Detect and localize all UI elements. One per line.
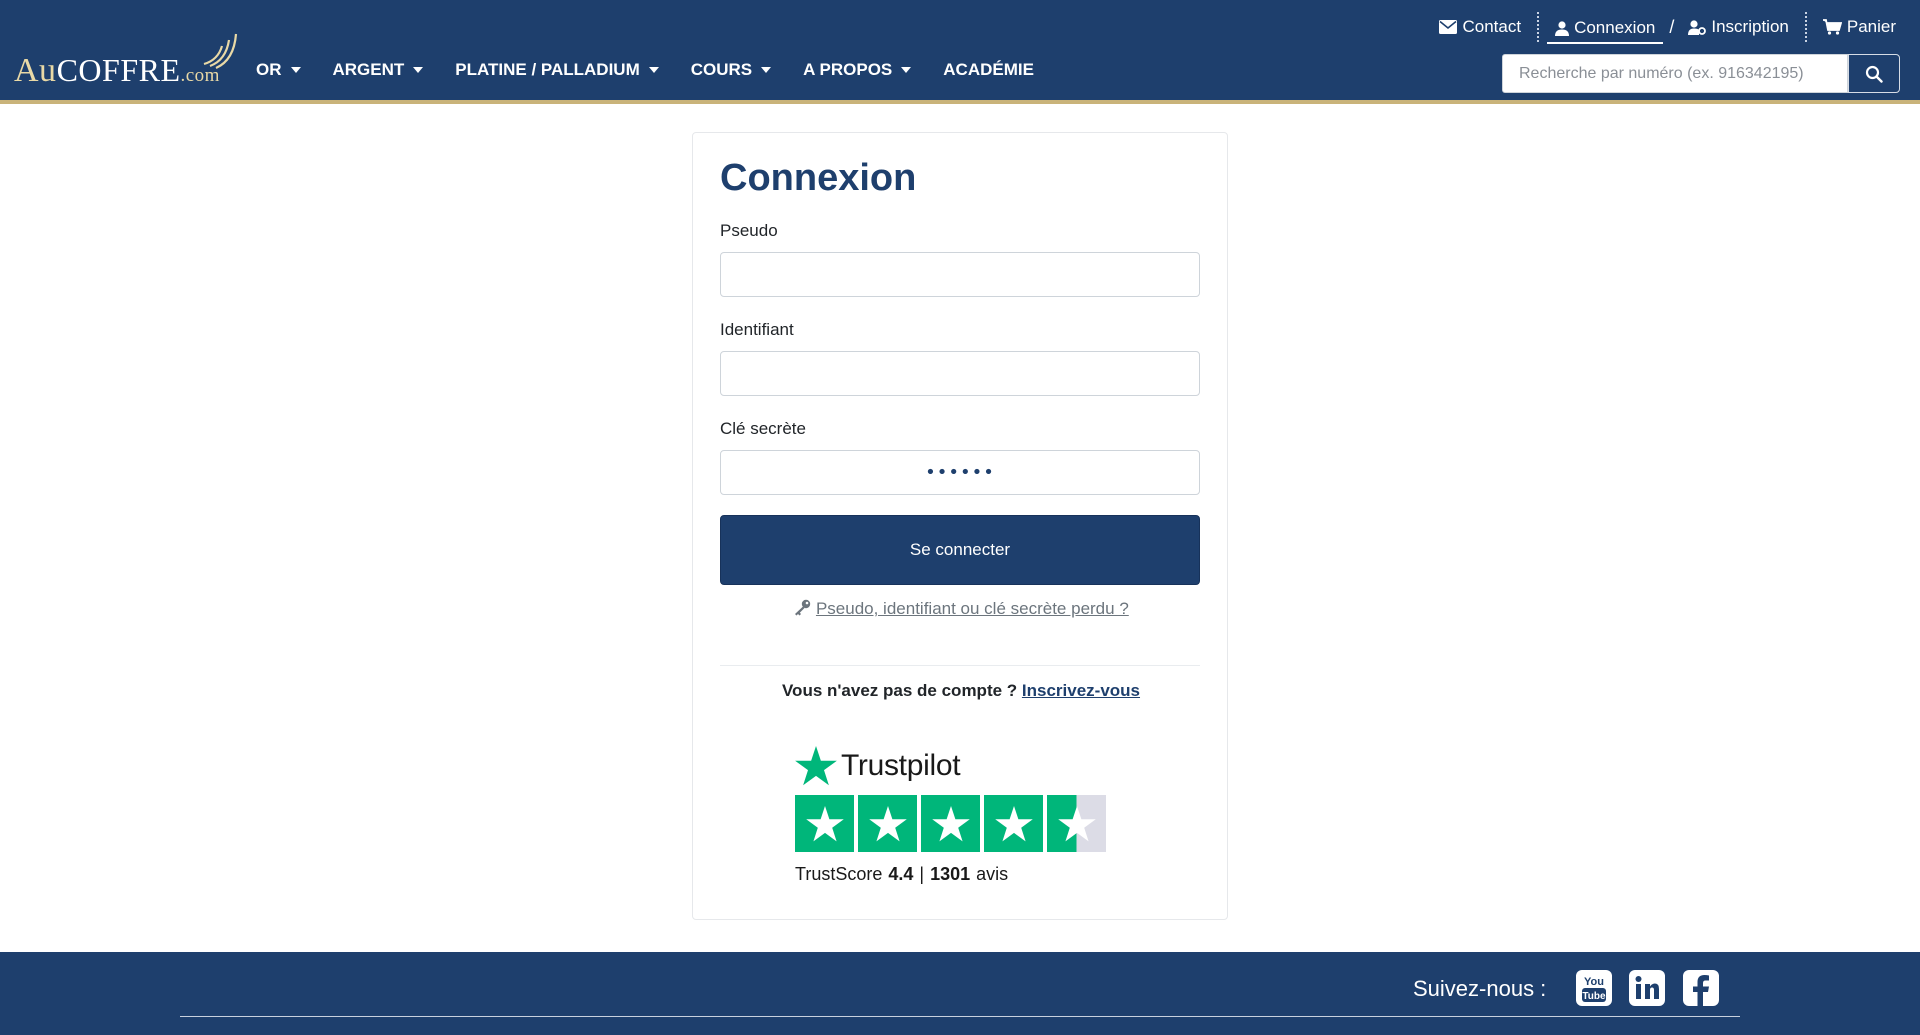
- trustpilot-star-icon: [795, 746, 837, 786]
- search-button[interactable]: [1848, 54, 1900, 93]
- search-input[interactable]: [1502, 54, 1848, 93]
- key-icon: [795, 599, 811, 616]
- trustpilot-rating-stars: [795, 795, 1115, 852]
- trustpilot-brand: Trustpilot: [841, 749, 961, 782]
- contact-link[interactable]: Contact: [1431, 12, 1529, 42]
- main-nav: OR ARGENT PLATINE / PALLADIUM COURS A PR…: [256, 60, 1066, 80]
- nav-item-argent[interactable]: ARGENT: [333, 60, 424, 80]
- signup-prompt: Vous n'avez pas de compte ? Inscrivez-vo…: [693, 681, 1229, 701]
- site-header: AuCOFFRE.com OR ARGENT PLATINE / PALLADI…: [0, 0, 1920, 104]
- trustscore-line: TrustScore 4.4 | 1301 avis: [795, 864, 1115, 885]
- search-bar: [1502, 54, 1900, 93]
- slash-separator: /: [1669, 16, 1675, 37]
- search-icon: [1865, 65, 1883, 83]
- reviews-label: avis: [976, 864, 1009, 884]
- identifiant-label: Identifiant: [720, 320, 794, 339]
- cle-secrete-label: Clé secrète: [720, 419, 806, 438]
- footer-divider: [180, 1016, 1740, 1017]
- caret-down-icon: [413, 67, 424, 73]
- svg-text:Tube: Tube: [1582, 991, 1606, 1002]
- trustpilot-widget[interactable]: Trustpilot TrustScore 4.4 | 1301 avis: [795, 745, 1115, 885]
- pseudo-label: Pseudo: [720, 221, 778, 240]
- trustscore-label: TrustScore: [795, 864, 883, 884]
- facebook-icon[interactable]: [1681, 968, 1721, 1008]
- caret-down-icon: [648, 67, 659, 73]
- rating-star-icon: [921, 795, 980, 852]
- nav-item-or[interactable]: OR: [256, 60, 301, 80]
- logo-waves-icon: [203, 33, 238, 70]
- reviews-count: 1301: [930, 864, 971, 884]
- nav-item-platine-palladium[interactable]: PLATINE / PALLADIUM: [455, 60, 659, 80]
- nav-item-academie[interactable]: ACADÉMIE: [943, 60, 1034, 80]
- svg-text:You: You: [1584, 976, 1604, 988]
- identifiant-input[interactable]: [720, 351, 1200, 396]
- pseudo-input[interactable]: [720, 252, 1200, 297]
- cle-secrete-input[interactable]: [720, 450, 1200, 495]
- inscription-link[interactable]: Inscription: [1680, 12, 1796, 42]
- caret-down-icon: [901, 67, 912, 73]
- rating-star-icon: [795, 795, 854, 852]
- separator: [1804, 12, 1807, 42]
- connexion-link[interactable]: Connexion: [1547, 10, 1664, 44]
- caret-down-icon: [761, 67, 772, 73]
- signup-link[interactable]: Inscrivez-vous: [1022, 681, 1140, 700]
- logo-wordmark: AuCOFFRE.com: [14, 52, 220, 89]
- trustpilot-header: Trustpilot: [795, 745, 1115, 787]
- login-card: Connexion Pseudo Identifiant Clé secrète…: [692, 132, 1228, 920]
- separator: [1537, 12, 1540, 42]
- follow-us-label: Suivez-nous :: [1413, 976, 1547, 1001]
- youtube-icon[interactable]: You Tube: [1574, 968, 1614, 1008]
- caret-down-icon: [290, 67, 301, 73]
- rating-star-icon: [984, 795, 1043, 852]
- envelope-icon: [1439, 20, 1458, 34]
- se-connecter-button[interactable]: Se connecter: [720, 515, 1200, 585]
- forgot-credentials: Pseudo, identifiant ou clé secrète perdu…: [693, 599, 1229, 619]
- divider: [720, 665, 1200, 666]
- site-logo[interactable]: AuCOFFRE.com: [14, 28, 220, 88]
- user-icon: [1555, 20, 1570, 36]
- panier-link[interactable]: Panier: [1815, 12, 1904, 42]
- nav-item-cours[interactable]: COURS: [691, 60, 772, 80]
- cart-icon: [1822, 19, 1842, 35]
- site-footer: Suivez-nous : You Tube: [0, 952, 1920, 1035]
- no-account-text: Vous n'avez pas de compte ?: [781, 681, 1018, 700]
- linkedin-icon[interactable]: [1627, 968, 1667, 1008]
- user-cog-icon: [1688, 19, 1707, 35]
- forgot-credentials-link[interactable]: Pseudo, identifiant ou clé secrète perdu…: [816, 599, 1129, 618]
- rating-star-icon: [858, 795, 917, 852]
- page-title: Connexion: [720, 157, 917, 199]
- nav-item-a-propos[interactable]: A PROPOS: [803, 60, 912, 80]
- trustscore-separator: |: [919, 864, 925, 884]
- rating-half-star-icon: [1047, 795, 1106, 852]
- top-links: Contact Connexion / Inscription Panier: [1431, 10, 1904, 44]
- trustscore-value: 4.4: [888, 864, 914, 884]
